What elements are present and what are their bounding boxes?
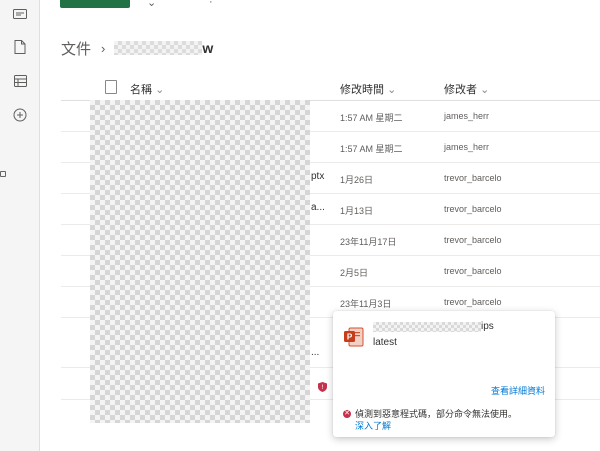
file-name[interactable]: ptx [311, 171, 324, 182]
modified-by-cell[interactable]: james_herr [444, 142, 489, 152]
new-button[interactable] [60, 0, 130, 8]
command-fragment[interactable]: · [209, 0, 213, 8]
column-modified-by[interactable]: 修改者 ⌄ [444, 81, 489, 97]
breadcrumb-root[interactable]: 文件 [61, 38, 91, 59]
column-name[interactable]: 名稱 ⌄ [130, 81, 164, 97]
malware-shield-icon[interactable]: ! [318, 379, 327, 392]
modified-cell: 1月13日 [340, 206, 374, 216]
column-modified-label: 修改時間 [340, 84, 384, 96]
column-modified-by-label: 修改者 [444, 84, 477, 96]
modified-cell: 23年11月3日 [340, 299, 392, 309]
command-bar: ⌄ · [39, 0, 600, 12]
column-modified[interactable]: 修改時間 ⌄ [340, 81, 396, 97]
breadcrumb: 文件 › w [61, 38, 213, 58]
svg-text:!: ! [321, 384, 323, 391]
modified-by-cell[interactable]: trevor_barcelo [444, 297, 502, 307]
modified-by-cell[interactable]: trevor_barcelo [444, 235, 502, 245]
error-circle-icon: ✕ [343, 410, 351, 418]
redacted-file-names [90, 100, 310, 423]
file-name[interactable]: ... [311, 347, 319, 358]
column-header-row: 名稱 ⌄ 修改時間 ⌄ 修改者 ⌄ [61, 76, 600, 101]
modified-cell: 1月26日 [340, 175, 374, 185]
rail-handle-icon [0, 171, 6, 177]
file-type-icon[interactable] [105, 80, 117, 94]
redacted-file-title [373, 322, 481, 332]
breadcrumb-current[interactable]: w [202, 40, 213, 56]
modified-by-cell[interactable]: trevor_barcelo [444, 204, 502, 214]
modified-by-cell[interactable]: james_herr [444, 111, 489, 121]
modified-cell: 23年11月17日 [340, 237, 397, 247]
view-details-link[interactable]: 查看詳細資料 [491, 384, 545, 397]
column-name-label: 名稱 [130, 84, 152, 96]
file-name[interactable]: a... [311, 202, 325, 213]
chevron-down-icon: ⌄ [387, 84, 397, 96]
learn-more-link[interactable]: 深入了解 [355, 420, 391, 432]
command-fragment[interactable]: ⌄ [147, 0, 156, 9]
redacted-folder-name [114, 41, 203, 55]
svg-text:P: P [347, 333, 353, 342]
chevron-right-icon: › [101, 40, 106, 56]
add-circle-icon[interactable] [11, 106, 29, 124]
left-rail [0, 0, 40, 451]
file-hover-card: P ips latest 查看詳細資料 ✕ 偵測到惡意程式碼，部分命令無法使用。… [333, 311, 555, 437]
card-icon[interactable] [11, 5, 29, 23]
powerpoint-icon: P [344, 327, 364, 347]
list-icon[interactable] [11, 72, 29, 90]
modified-by-cell[interactable]: trevor_barcelo [444, 266, 502, 276]
malware-warning-text: 偵測到惡意程式碼，部分命令無法使用。 [355, 409, 518, 419]
file-title-suffix[interactable]: ips [481, 321, 494, 332]
modified-cell: 1:57 AM 星期二 [340, 144, 403, 154]
chevron-down-icon: ⌄ [480, 84, 490, 96]
modified-cell: 1:57 AM 星期二 [340, 113, 403, 123]
modified-by-cell[interactable]: trevor_barcelo [444, 173, 502, 183]
file-version-label: latest [373, 337, 397, 348]
chevron-down-icon: ⌄ [155, 84, 165, 96]
document-icon[interactable] [11, 38, 29, 56]
modified-cell: 2月5日 [340, 268, 369, 278]
